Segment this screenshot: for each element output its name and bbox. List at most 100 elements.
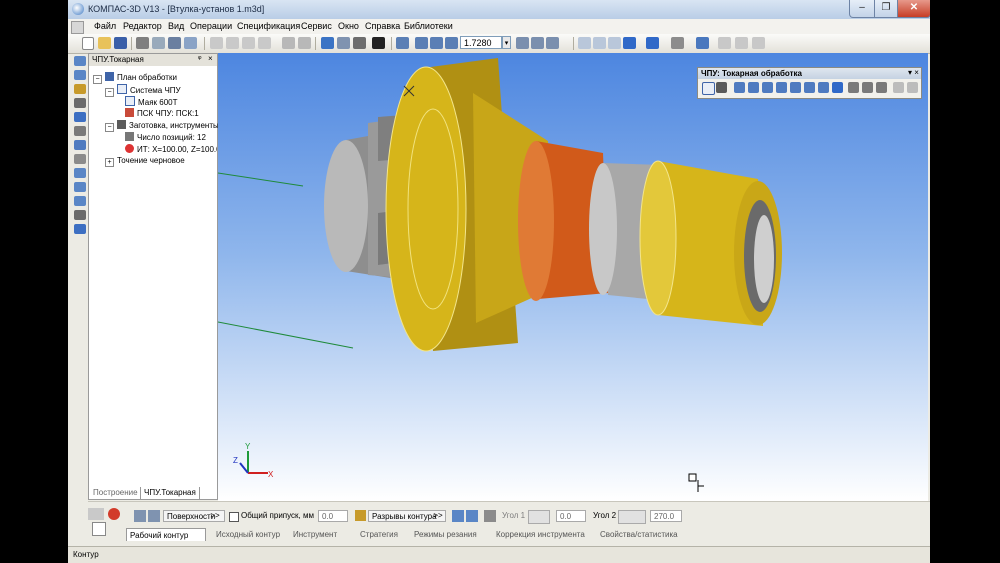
menu-view[interactable]: Вид [168,21,184,31]
facing-icon[interactable] [734,82,745,93]
menu-editor[interactable]: Редактор [123,21,162,31]
simulation-icon[interactable] [862,82,873,93]
tree-node-ucs[interactable]: ПСК ЧПУ: ПСК:1 [125,108,199,118]
redo-icon[interactable] [298,37,311,49]
direction-icon[interactable] [452,510,464,522]
manager-icon[interactable] [321,37,334,49]
postprocessor-icon[interactable] [876,82,887,93]
new-file-icon[interactable] [82,37,94,50]
boring-icon[interactable] [818,82,829,93]
surfaces-icon[interactable] [74,84,86,94]
contour-breaks-icon[interactable] [355,510,366,521]
rotate-icon[interactable] [531,37,544,49]
tab-tool[interactable]: Инструмент [293,528,337,541]
settings-icon[interactable] [752,37,765,49]
threading-icon[interactable] [790,82,801,93]
help-icon[interactable] [92,522,106,536]
tree-node-tool-point[interactable]: ИТ: X=100.00, Z=100.0 [125,144,217,154]
select-surfaces-icon[interactable] [134,510,146,522]
undo-icon[interactable] [282,37,295,49]
options-icon[interactable] [893,82,904,93]
zoom-dropdown-icon[interactable]: ▾ [502,36,511,49]
spatial-curves-icon[interactable] [74,70,86,80]
grooving-icon[interactable] [776,82,787,93]
angle-mode-icon[interactable] [484,510,496,522]
tab-strategy[interactable]: Стратегия [360,528,398,541]
stop-icon[interactable] [108,508,120,520]
tab-properties-statistics[interactable]: Свойства/статистика [600,528,678,541]
collapse-icon[interactable]: − [93,75,102,84]
blank-icon[interactable] [716,82,727,93]
surfaces-more-button[interactable]: >> [206,510,224,522]
copy-icon[interactable] [226,37,239,49]
tree-node-blank-tools[interactable]: − Заготовка, инструменты [105,120,219,132]
hidden-thin-icon[interactable] [608,37,621,49]
pan-icon[interactable] [516,37,529,49]
menu-specification[interactable]: Спецификация [237,21,300,31]
tab-source-contour[interactable]: Исходный контур [216,528,280,541]
close-icon[interactable]: × [208,54,213,63]
edit-part-icon[interactable] [74,56,86,66]
collapse-icon[interactable]: − [105,123,114,132]
hidden-lines-icon[interactable] [593,37,606,49]
pin-icon[interactable]: ᵠ [198,54,202,63]
open-folder-icon[interactable] [98,37,111,49]
angle2-dropdown[interactable] [618,510,646,524]
close-button[interactable]: ✕ [897,0,930,18]
tab-construction[interactable]: Построение [90,487,141,499]
arrays-icon[interactable] [74,98,86,108]
tree-node-plan[interactable]: − План обработки [93,72,177,84]
zoom-in-icon[interactable] [415,37,428,49]
angle1-dropdown[interactable] [528,510,550,524]
reports-icon[interactable] [74,196,86,206]
menu-libraries[interactable]: Библиотеки [404,21,453,31]
minimize-button[interactable]: – [849,0,875,18]
cut-off-icon[interactable] [832,82,843,93]
finish-turn-icon[interactable] [762,82,773,93]
tool-settings-icon[interactable] [907,82,918,93]
reverse-icon[interactable] [466,510,478,522]
rough-turn-icon[interactable] [748,82,759,93]
sheet-metal-icon[interactable] [74,168,86,178]
format-icon[interactable] [258,37,271,49]
pin-panel-icon[interactable] [88,508,104,520]
grid-icon[interactable] [735,37,748,49]
expand-icon[interactable]: + [105,158,114,167]
allowance-checkbox[interactable] [229,512,239,522]
perspective-icon[interactable] [671,37,684,49]
surfaces-mode-icon[interactable] [148,510,160,522]
tab-tool-correction[interactable]: Коррекция инструмента [496,528,585,541]
zoom-scale-icon[interactable] [445,37,458,49]
3d-viewport[interactable]: X Y Z [218,53,928,501]
maximize-button[interactable]: ❐ [874,0,898,18]
tree-node-controller[interactable]: Маяк 600Т [125,96,178,107]
zoom-input[interactable]: 1.7280 [460,36,502,49]
variables-icon[interactable] [337,37,350,49]
print-icon[interactable] [136,37,149,49]
cursor-help-icon[interactable] [372,37,385,49]
layout-icon[interactable] [168,37,181,49]
zoom-window-icon[interactable] [396,37,409,49]
zoom-out-icon[interactable] [430,37,443,49]
allowance-input[interactable]: 0.0 [318,510,348,522]
dimensions-icon[interactable] [74,126,86,136]
tree-node-positions[interactable]: Число позиций: 12 [125,132,206,142]
menu-service[interactable]: Сервис [301,21,332,31]
template-icon[interactable] [184,37,197,49]
layers-icon[interactable] [718,37,731,49]
elements-icon[interactable] [74,210,86,220]
program-icon[interactable] [848,82,859,93]
wireframe-icon[interactable] [578,37,591,49]
shaded-edges-icon[interactable] [646,37,659,49]
angle2-input[interactable]: 270.0 [650,510,682,522]
measure-icon[interactable] [74,140,86,150]
nc-system-icon[interactable] [702,82,715,95]
cnc-icon[interactable] [74,224,86,234]
tab-working-contour[interactable]: Рабочий контур [126,528,206,541]
preview-icon[interactable] [152,37,165,49]
cut-icon[interactable] [210,37,223,49]
collapse-icon[interactable]: − [105,88,114,97]
paste-icon[interactable] [242,37,255,49]
tab-cutting-modes[interactable]: Режимы резания [414,528,477,541]
function-icon[interactable] [353,37,366,49]
